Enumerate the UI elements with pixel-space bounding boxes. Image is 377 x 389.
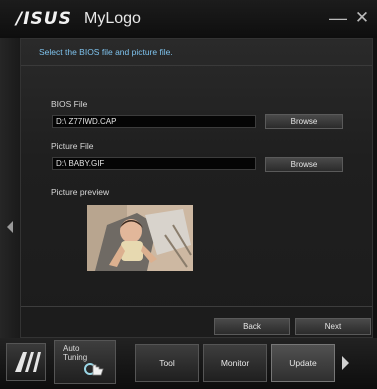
picture-preview-label: Picture preview <box>51 187 110 197</box>
hand-pointer-icon <box>84 363 104 376</box>
close-icon[interactable]: ✕ <box>351 6 373 30</box>
tab-tool[interactable]: Tool <box>135 344 199 382</box>
bios-file-field[interactable]: D:\ Z77IWD.CAP <box>52 115 256 128</box>
tab-update[interactable]: Update <box>271 344 335 382</box>
asus-logo: /ISUS <box>16 9 72 29</box>
auto-tuning-line1: Auto <box>63 344 80 353</box>
minimize-icon[interactable]: — <box>327 6 349 30</box>
next-button[interactable]: Next <box>295 318 371 335</box>
title-bar: /ISUS MyLogo — ✕ <box>0 0 377 38</box>
right-arrow-icon[interactable] <box>342 356 349 370</box>
picture-browse-button[interactable]: Browse <box>265 157 343 172</box>
main-panel: Select the BIOS file and picture file. B… <box>20 38 373 338</box>
left-rail <box>0 38 20 338</box>
instruction-text: Select the BIOS file and picture file. <box>39 47 173 57</box>
picture-file-field[interactable]: D:\ BABY.GIF <box>52 157 256 170</box>
mylogo-window: /ISUS MyLogo — ✕ Select the BIOS file an… <box>0 0 377 389</box>
bios-browse-button[interactable]: Browse <box>265 114 343 129</box>
picture-preview-image <box>87 205 193 271</box>
app-title: MyLogo <box>84 10 141 27</box>
tab-auto-tuning[interactable]: Auto Tuning <box>54 340 116 384</box>
picture-file-label: Picture File <box>51 141 94 151</box>
bios-file-label: BIOS File <box>51 99 88 109</box>
left-arrow-icon[interactable] <box>7 221 13 233</box>
divider <box>21 65 372 66</box>
tab-monitor[interactable]: Monitor <box>203 344 267 382</box>
divider <box>21 306 372 307</box>
back-button[interactable]: Back <box>214 318 290 335</box>
ai-suite-logo-icon[interactable] <box>6 343 46 381</box>
